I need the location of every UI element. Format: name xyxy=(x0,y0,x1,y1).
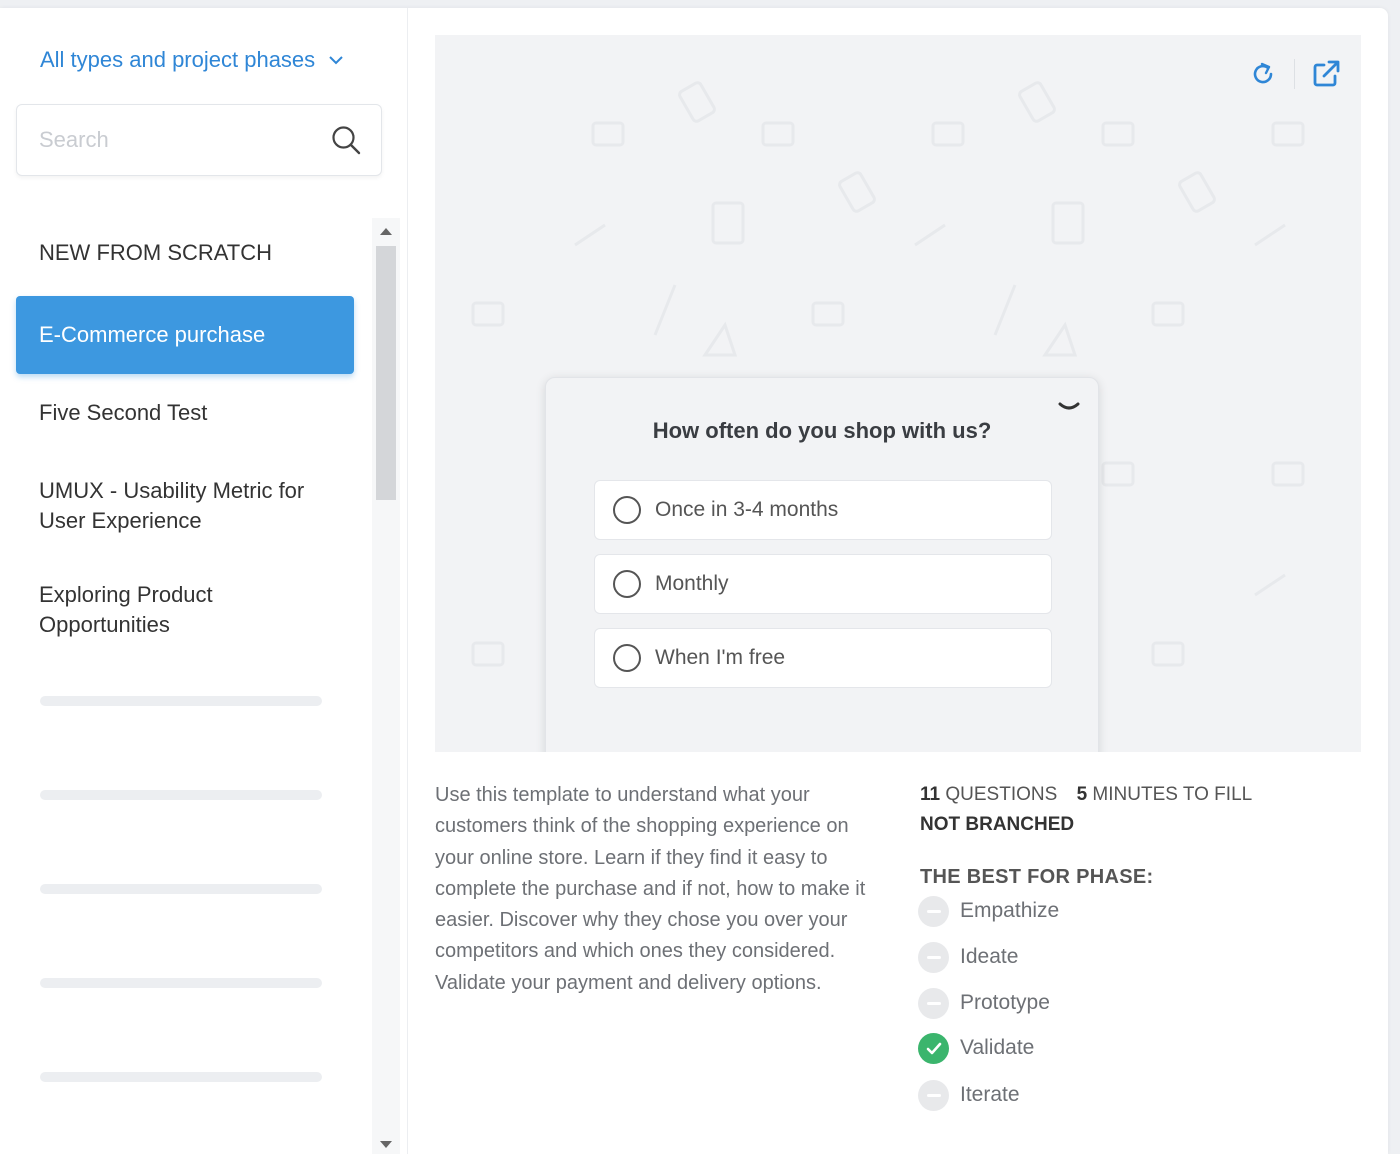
phase-prototype: Prototype xyxy=(918,987,1050,1019)
chevron-down-icon[interactable] xyxy=(1058,400,1080,414)
minus-circle-icon xyxy=(918,987,949,1019)
phase-label: Validate xyxy=(960,1036,1035,1059)
list-scrollbar[interactable] xyxy=(372,218,400,1154)
check-circle-icon xyxy=(918,1032,949,1064)
template-item-five-second-test[interactable]: Five Second Test xyxy=(16,398,354,428)
branching-status: NOT BRANCHED xyxy=(920,814,1075,835)
search-box xyxy=(16,104,382,176)
phase-empathize: Empathize xyxy=(918,895,1059,927)
radio-button[interactable] xyxy=(613,644,641,672)
template-item-label: UMUX - Usability Metric for User Experie… xyxy=(39,478,305,533)
template-preview: How often do you shop with us? Once in 3… xyxy=(435,35,1361,752)
minus-circle-icon xyxy=(918,941,949,973)
filter-label: All types and project phases xyxy=(40,47,316,72)
loading-placeholder xyxy=(40,884,322,894)
answer-option[interactable]: Once in 3-4 months xyxy=(594,480,1052,540)
template-picker-panel: All types and project phases NEW FROM SC… xyxy=(0,8,1388,1154)
phase-section-title: THE BEST FOR PHASE: xyxy=(920,866,1154,888)
questions-label: QUESTIONS xyxy=(945,784,1058,805)
external-link-icon xyxy=(1313,60,1340,87)
survey-question: How often do you shop with us? xyxy=(652,418,992,443)
phase-label: Iterate xyxy=(960,1083,1020,1106)
type-phase-filter-dropdown[interactable]: All types and project phases xyxy=(40,42,343,78)
phase-validate: Validate xyxy=(918,1032,1034,1064)
loading-placeholder xyxy=(40,1072,322,1082)
scroll-down-arrow-icon[interactable] xyxy=(380,1141,392,1148)
template-item-label: E-Commerce purchase xyxy=(39,322,266,347)
toolbar-divider xyxy=(1294,59,1295,89)
answer-option-label: Once in 3-4 months xyxy=(655,498,839,521)
template-meta: 11 QUESTIONS 5 MINUTES TO FILL NOT BRANC… xyxy=(920,780,1252,840)
minutes-count: 5 xyxy=(1076,784,1088,805)
answer-option[interactable]: Monthly xyxy=(594,554,1052,614)
template-item-exploring-product-opportunities[interactable]: Exploring Product Opportunities xyxy=(16,580,236,640)
phase-iterate: Iterate xyxy=(918,1079,1020,1111)
refresh-icon xyxy=(1253,62,1273,84)
scroll-up-arrow-icon[interactable] xyxy=(380,228,392,235)
answer-option[interactable]: When I'm free xyxy=(594,628,1052,688)
template-item-label: Five Second Test xyxy=(39,400,208,425)
template-item-umux[interactable]: UMUX - Usability Metric for User Experie… xyxy=(16,476,354,536)
phase-ideate: Ideate xyxy=(918,941,1018,973)
search-icon[interactable] xyxy=(331,125,361,155)
survey-widget-preview: How often do you shop with us? Once in 3… xyxy=(545,377,1099,752)
minus-circle-icon xyxy=(918,895,949,927)
loading-placeholder xyxy=(40,696,322,706)
template-item-ecommerce-purchase[interactable]: E-Commerce purchase xyxy=(16,296,354,374)
phase-label: Prototype xyxy=(960,991,1050,1014)
template-item-label: NEW FROM SCRATCH xyxy=(39,240,273,265)
preview-toolbar xyxy=(1246,57,1343,91)
phase-label: Empathize xyxy=(960,899,1060,922)
refresh-button[interactable] xyxy=(1246,57,1280,91)
open-preview-button[interactable] xyxy=(1309,57,1343,91)
answer-option-label: When I'm free xyxy=(655,646,786,669)
template-stats: 11 QUESTIONS 5 MINUTES TO FILL xyxy=(920,780,1252,810)
loading-placeholder xyxy=(40,978,322,988)
radio-button[interactable] xyxy=(613,570,641,598)
template-item-new-from-scratch[interactable]: NEW FROM SCRATCH xyxy=(16,238,354,268)
radio-button[interactable] xyxy=(613,496,641,524)
minutes-label: MINUTES TO FILL xyxy=(1092,784,1253,805)
search-input[interactable] xyxy=(39,105,329,175)
phase-label: Ideate xyxy=(960,945,1019,968)
chevron-down-icon xyxy=(329,56,343,65)
template-item-label: Exploring Product Opportunities xyxy=(39,582,213,637)
questions-count: 11 xyxy=(920,784,941,805)
minus-circle-icon xyxy=(918,1079,949,1111)
answer-option-label: Monthly xyxy=(655,572,729,595)
scrollbar-thumb[interactable] xyxy=(376,246,396,500)
loading-placeholder xyxy=(40,790,322,800)
template-sidebar: All types and project phases NEW FROM SC… xyxy=(0,8,408,1154)
template-description: Use this template to understand what you… xyxy=(435,784,866,994)
